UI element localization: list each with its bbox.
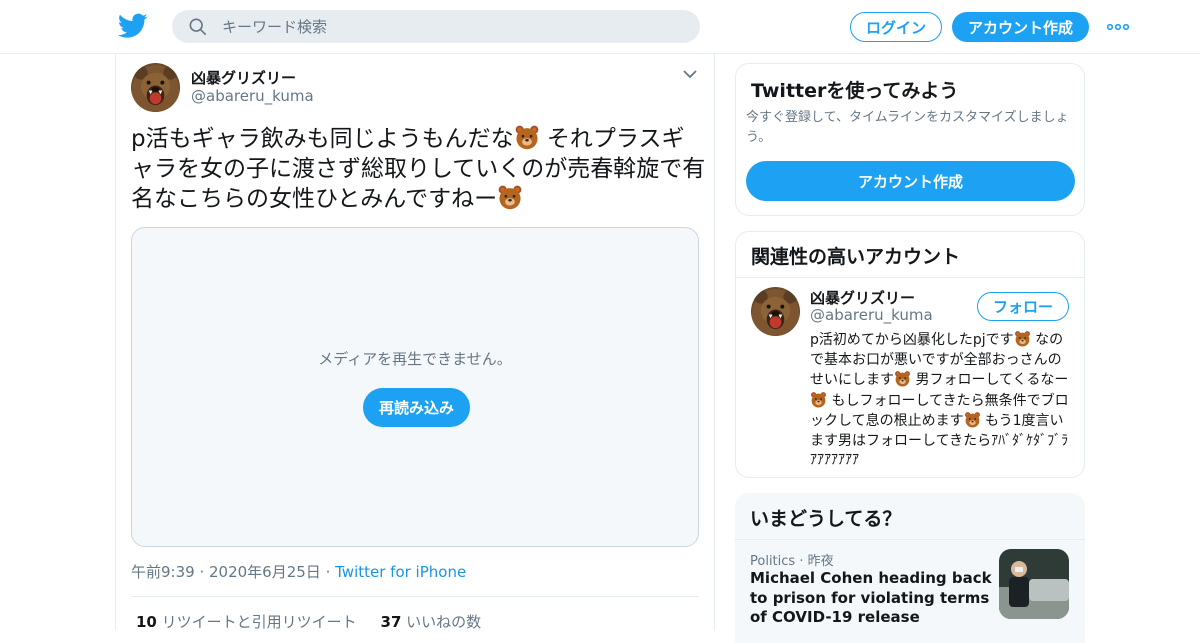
signup-card-description: 今すぐ登録して、タイムラインをカスタマイズしましょう。 [746,110,1069,145]
top-bar: ログイン アカウント作成 [0,0,1200,54]
tweet-time[interactable]: 午前9:39 [131,563,195,581]
avatar[interactable] [131,63,180,112]
related-handle[interactable]: @abareru_kuma [810,306,933,324]
follow-button[interactable]: フォロー [977,292,1069,321]
signup-button[interactable]: アカウント作成 [952,12,1089,42]
tweet-handle[interactable]: @abareru_kuma [191,87,314,105]
tweet-stats: 10 リツイートと引用リツイート 37 いいねの数 [136,611,481,632]
trends-title: いまどうしてる？ [750,508,902,530]
reload-button[interactable]: 再読み込み [363,388,470,427]
signup-card: Twitterを使ってみよう 今すぐ登録して、タイムラインをカスタマイズしましょ… [735,63,1085,216]
related-accounts-title: 関連性の高いアカウント [751,246,961,268]
related-display-name[interactable]: 凶暴グリズリー [810,287,915,308]
related-bio: p活初めてから凶暴化したpjです なので基本お口が悪いですが全部おっさんのせいに… [810,330,1072,471]
likes-label: いいねの数 [406,613,482,631]
search-box[interactable] [172,10,700,43]
divider [131,596,699,597]
bear-emoji-icon [810,391,827,408]
avatar[interactable] [751,287,800,336]
tweet-text: p活もギャラ飲みも同じようもんだな それプラスギャラを女の子に渡さず総取りしてい… [131,124,706,214]
more-options-icon[interactable] [1106,20,1130,34]
tweet-timestamp: 午前9:39 · 2020年6月25日 · Twitter for iPhone [131,561,466,582]
grizzly-avatar-image [751,287,800,336]
bear-emoji-icon [894,370,911,387]
chevron-down-icon[interactable] [682,68,698,80]
divider [736,277,1084,278]
tweet-display-name[interactable]: 凶暴グリズリー [191,67,296,88]
grizzly-avatar-image [131,63,180,112]
likes-stat[interactable]: 37 いいねの数 [381,613,482,631]
bio-text: p活初めてから凶暴化したpjです [810,332,1014,348]
bio-text: 男フォローしてくるなー [911,372,1069,388]
trend-photo-image [999,549,1069,619]
related-accounts-card: 関連性の高いアカウント 凶暴グリズリー @abareru_kuma フォロー p… [735,231,1085,478]
separator-dot: · [194,563,209,581]
trends-card: いまどうしてる？ Politics · 昨夜 Michael Cohen hea… [735,493,1085,643]
retweets-label: リツイートと引用リツイート [161,613,357,631]
login-button[interactable]: ログイン [850,12,942,42]
bear-emoji-icon [514,124,540,150]
media-player: メディアを再生できません。 再読み込み [131,227,699,547]
trend-meta: Politics · 昨夜 [750,550,834,569]
bear-emoji-icon [964,411,981,428]
bear-emoji-icon [1014,330,1031,347]
twitter-bird-icon[interactable] [118,12,148,40]
signup-card-button[interactable]: アカウント作成 [746,161,1075,201]
tweet-source-link[interactable]: Twitter for iPhone [335,563,466,581]
separator-dot: · [795,554,808,569]
search-input[interactable] [222,10,682,43]
separator-dot: · [320,563,336,581]
retweets-count: 10 [136,613,157,631]
trend-category: Politics [750,554,796,569]
divider [735,539,1085,540]
search-icon [189,18,207,36]
trend-time: 昨夜 [807,554,834,569]
tweet-date[interactable]: 2020年6月25日 [209,563,321,581]
bear-emoji-icon [497,184,523,210]
tweet-text-part: p活もギャラ飲みも同じようもんだな [131,126,514,152]
likes-count: 37 [380,613,402,631]
media-error-message: メディアを再生できません。 [318,350,512,368]
retweets-stat[interactable]: 10 リツイートと引用リツイート [136,613,357,631]
trend-headline[interactable]: Michael Cohen heading back to prison for… [750,569,995,628]
trend-thumbnail[interactable] [999,549,1069,619]
tweet-column: 凶暴グリズリー @abareru_kuma p活もギャラ飲みも同じようもんだな … [115,54,715,632]
signup-card-title: Twitterを使ってみよう [751,80,959,102]
